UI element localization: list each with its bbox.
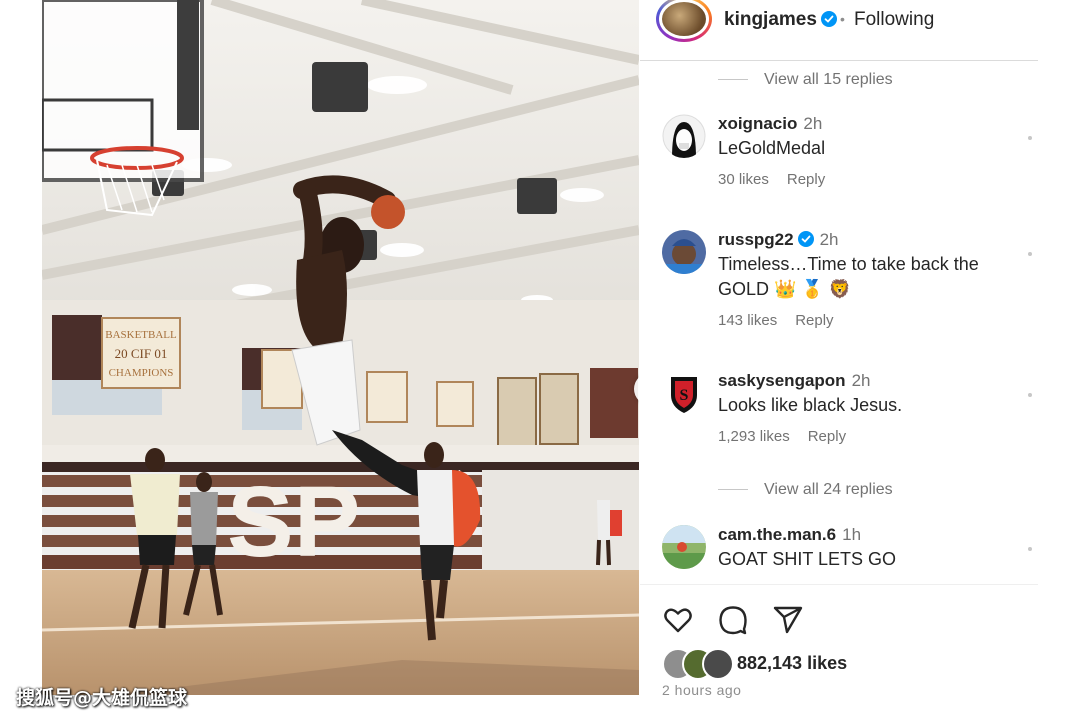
commenter-avatar[interactable] [662,525,706,569]
commenter-avatar[interactable]: S [662,371,706,415]
heart-icon[interactable] [662,604,694,636]
comment-username[interactable]: cam.the.man.6 [718,525,836,544]
replies-line [718,489,748,491]
reply-button[interactable]: Reply [795,312,833,329]
comment-icon[interactable] [717,604,749,636]
post-header: kingjames • Following [640,0,1038,61]
comment-text: Looks like black Jesus. [718,395,903,415]
comment-likes[interactable]: 1,293 likes [718,428,790,445]
view-replies-button[interactable]: View all 15 replies [718,71,893,89]
view-replies-button[interactable]: View all 24 replies [718,481,893,499]
liker-avatar [702,648,734,680]
author-username[interactable]: kingjames [724,9,837,31]
comment-like-icon[interactable] [1028,393,1032,397]
following-button[interactable]: Following [854,9,934,31]
comment-text: Timeless…Time to take back the GOLD 👑 🥇 … [718,254,979,299]
comment-username[interactable]: saskysengapon [718,371,846,390]
reply-button[interactable]: Reply [808,428,846,445]
replies-line [718,79,748,81]
comment-username[interactable]: xoignacio [718,114,797,133]
comment-time: 2h [819,230,839,249]
watermark: 搜狐号@大雄侃篮球 [16,687,188,709]
verified-badge-icon [797,231,814,247]
comment-likes[interactable]: 143 likes [718,312,777,329]
separator-dot: • [840,11,845,27]
comment-time: 1h [842,525,862,544]
comment-time: 2h [851,371,871,390]
comment-like-icon[interactable] [1028,252,1032,256]
comment-username[interactable]: russpg22 [718,230,794,249]
svg-text:S: S [680,387,689,404]
verified-badge-icon [820,11,837,27]
championship-banner: BASKETBALL 20 CIF 01 CHAMPIONS [101,317,181,389]
svg-text:CHAMPIONS: CHAMPIONS [109,367,174,379]
author-avatar[interactable] [656,0,712,42]
post-timestamp: 2 hours ago [662,682,742,698]
svg-text:20 CIF 01: 20 CIF 01 [115,346,168,361]
post-photo[interactable]: BASKETBALL 20 CIF 01 CHAMPIONS SP [42,0,639,695]
reply-button[interactable]: Reply [787,171,825,188]
commenter-avatar[interactable] [662,230,706,274]
comments-panel: kingjames • Following View all 15 replie… [640,0,1038,719]
comment-text: GOAT SHIT LETS GO [718,549,897,569]
likes-count[interactable]: 882,143 likes [737,653,847,674]
commenter-avatar[interactable] [662,114,706,158]
comment-likes[interactable]: 30 likes [718,171,769,188]
svg-text:SP: SP [227,466,360,578]
comment-like-icon[interactable] [1028,136,1032,140]
comment-text: LeGoldMedal [718,138,826,158]
comment-time: 2h [803,114,823,133]
share-icon[interactable] [772,604,804,636]
comment-like-icon[interactable] [1028,547,1032,551]
svg-text:BASKETBALL: BASKETBALL [105,329,177,341]
actions-divider [640,584,1038,585]
